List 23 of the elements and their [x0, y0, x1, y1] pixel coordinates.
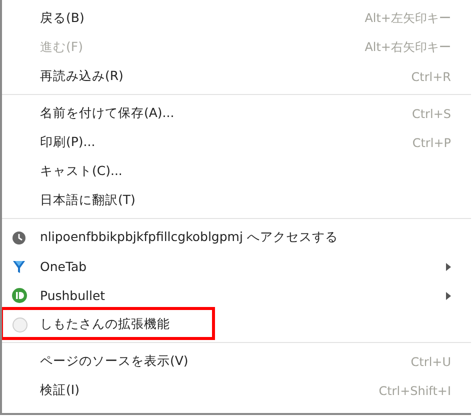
- menu-item[interactable]: 戻る(B): [40, 10, 365, 27]
- avatar-icon: [12, 316, 28, 332]
- menu-item[interactable]: 検証(I): [40, 382, 379, 399]
- menu-item[interactable]: nlipoenfbbikpbjkfpfillcgkoblgpmj へアクセスする: [40, 229, 451, 246]
- menu-item[interactable]: Pushbullet: [40, 288, 446, 303]
- shortcut-text: Ctrl+R: [411, 70, 451, 84]
- menu-item[interactable]: キャスト(C)...: [40, 163, 451, 180]
- shortcut-text: Ctrl+U: [410, 354, 451, 368]
- menu-item[interactable]: しもたさんの拡張機能: [40, 316, 451, 333]
- menu-item[interactable]: ページのソースを表示(V): [40, 353, 411, 370]
- pushbullet-icon: [12, 288, 27, 303]
- clock-icon: [12, 230, 26, 244]
- menu-item[interactable]: 日本語に翻訳(T): [40, 192, 451, 209]
- menu-item[interactable]: OneTab: [40, 259, 446, 274]
- menu-item[interactable]: 名前を付けて保存(A)...: [40, 105, 412, 122]
- menu-item[interactable]: 印刷(P)...: [40, 134, 412, 151]
- shortcut-text: Ctrl+Shift+I: [378, 384, 451, 398]
- menu-item[interactable]: 再読み込み(R): [40, 68, 412, 85]
- funnel-icon: [12, 259, 26, 274]
- shortcut-text: Ctrl+S: [412, 106, 451, 120]
- shortcut-text: Alt+右矢印キー: [364, 39, 451, 56]
- shortcut-text: Ctrl+P: [412, 136, 451, 150]
- shortcut-text: Alt+左矢印キー: [364, 10, 451, 27]
